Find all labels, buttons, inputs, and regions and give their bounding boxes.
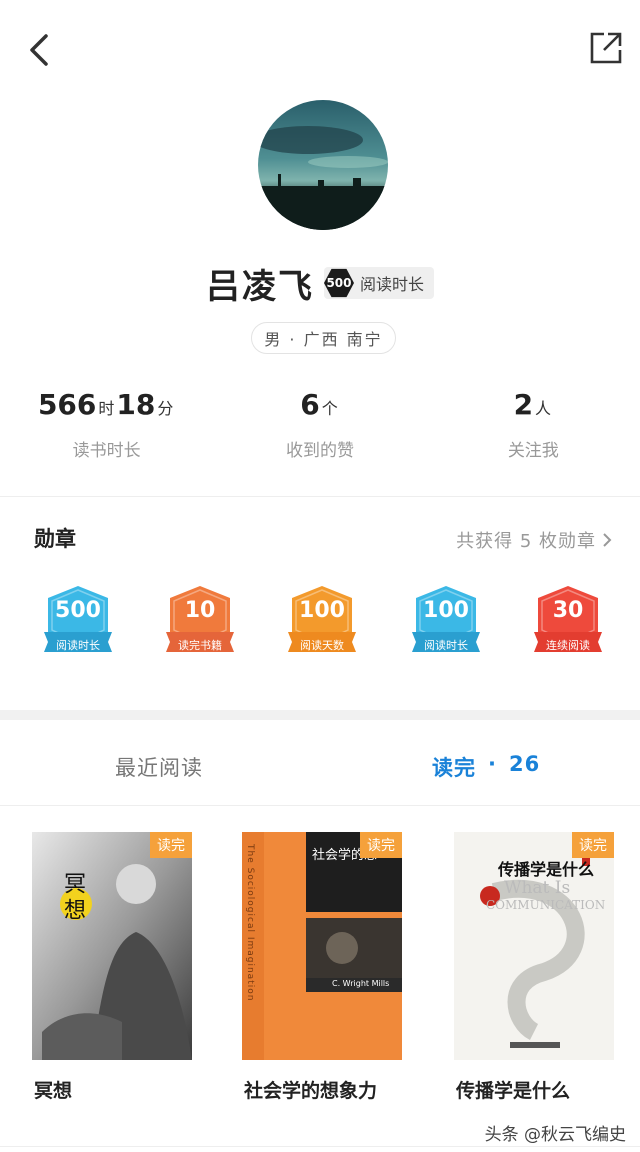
stat-reading-time[interactable]: 566 时 18 分 读书时长 <box>0 388 213 468</box>
finished-tag: 读完 <box>360 832 402 858</box>
medal-number: 10 <box>184 598 216 623</box>
likes-unit: 个 <box>321 399 338 418</box>
location-chip: 男 · 广西 南宁 <box>251 322 396 354</box>
book-card[interactable]: 传播学是什么 What Is COMMUNICATION 读完 <box>454 832 614 1072</box>
stat-likes[interactable]: 6 个 收到的赞 <box>213 388 426 468</box>
stat-label: 读书时长 <box>72 441 141 461</box>
tab-finished[interactable]: 读完 · 26 <box>432 752 540 782</box>
book-cover-image <box>32 832 192 1060</box>
level-badge-label: 阅读时长 <box>359 275 424 294</box>
tab-finished-separator: · <box>488 752 497 776</box>
followers-value: 2 <box>513 388 534 421</box>
finished-tag: 读完 <box>150 832 192 858</box>
book-cover: The Sociological Imagination 社会学的想 C. Wr… <box>242 832 402 1060</box>
medals-summary-text: 共获得 5 枚勋章 <box>456 531 596 552</box>
book-cover-image <box>242 832 402 1060</box>
level-badge-number: 500 <box>323 268 354 298</box>
medal-item[interactable]: 10 读完书籍 <box>164 584 236 664</box>
book-card[interactable]: 冥想 读完 <box>32 832 192 1072</box>
chevron-right-icon <box>603 533 612 547</box>
medals-title: 勋章 <box>34 527 76 551</box>
reading-hours: 566 <box>37 388 97 421</box>
book-cover-title: 传播学是什么 <box>498 860 595 879</box>
tab-finished-label: 读完 <box>432 756 476 780</box>
tab-finished-count: 26 <box>508 752 541 776</box>
medal-number: 100 <box>423 598 469 623</box>
book-cover-title: 冥想 <box>60 872 85 924</box>
user-name: 吕凌飞 <box>205 266 314 307</box>
book-title: 社会学的想象力 <box>244 1080 378 1102</box>
book-cover-spine: The Sociological Imagination <box>245 844 255 1002</box>
stats-row: 566 时 18 分 读书时长 6 个 收到的赞 2 人 关注我 <box>0 388 640 468</box>
stat-label: 关注我 <box>507 441 559 461</box>
medals-row: 500 阅读时长 10 读完书籍 100 阅读天数 100 阅读时长 30 连续… <box>0 584 640 668</box>
hours-unit: 时 <box>98 399 115 418</box>
book-cover-en2: COMMUNICATION <box>486 898 606 912</box>
medal-number: 30 <box>552 598 584 623</box>
medal-label: 连续阅读 <box>546 639 590 652</box>
share-button[interactable] <box>588 30 624 66</box>
medal-number: 500 <box>55 598 101 623</box>
medal-item[interactable]: 500 阅读时长 <box>42 584 114 664</box>
medal-item[interactable]: 30 连续阅读 <box>532 584 604 664</box>
stat-label: 收到的赞 <box>285 441 354 461</box>
level-badge[interactable]: 500 阅读时长 <box>323 267 434 299</box>
medal-number: 100 <box>299 598 345 623</box>
back-button[interactable] <box>22 30 58 70</box>
tab-recent-reading[interactable]: 最近阅读 <box>115 752 203 782</box>
watermark: 头条 @秋云飞编史 <box>484 1125 626 1145</box>
avatar[interactable] <box>258 100 388 230</box>
book-title: 传播学是什么 <box>456 1080 571 1102</box>
book-title: 冥想 <box>34 1080 73 1102</box>
book-card[interactable]: The Sociological Imagination 社会学的想 C. Wr… <box>242 832 402 1072</box>
profile-name-row: 吕凌飞 500 阅读时长 <box>0 258 640 308</box>
medal-label: 读完书籍 <box>178 639 222 652</box>
book-cover: 冥想 读完 <box>32 832 192 1060</box>
medal-item[interactable]: 100 阅读时长 <box>410 584 482 664</box>
book-cover-author: C. Wright Mills <box>332 979 390 988</box>
reading-minutes: 18 <box>116 388 156 421</box>
avatar-image <box>258 100 388 230</box>
medal-label: 阅读时长 <box>56 639 100 652</box>
top-bar <box>0 0 640 100</box>
book-cover: 传播学是什么 What Is COMMUNICATION 读完 <box>454 832 614 1060</box>
section-separator <box>0 710 640 720</box>
divider <box>0 1146 640 1147</box>
reading-tabs: 最近阅读 读完 · 26 <box>0 722 640 806</box>
stat-followers[interactable]: 2 人 关注我 <box>427 388 640 468</box>
minutes-unit: 分 <box>157 399 174 418</box>
medals-summary-link[interactable]: 共获得 5 枚勋章 <box>456 527 612 553</box>
followers-unit: 人 <box>535 399 552 418</box>
divider <box>0 805 640 806</box>
chevron-left-icon <box>30 34 48 66</box>
medal-label: 阅读时长 <box>424 639 468 652</box>
medal-label: 阅读天数 <box>300 639 344 652</box>
divider <box>0 496 640 497</box>
likes-value: 6 <box>300 388 320 421</box>
finished-tag: 读完 <box>572 832 614 858</box>
medal-item[interactable]: 100 阅读天数 <box>286 584 358 664</box>
book-cover-en1: What Is <box>504 878 571 898</box>
share-external-icon <box>590 32 622 64</box>
